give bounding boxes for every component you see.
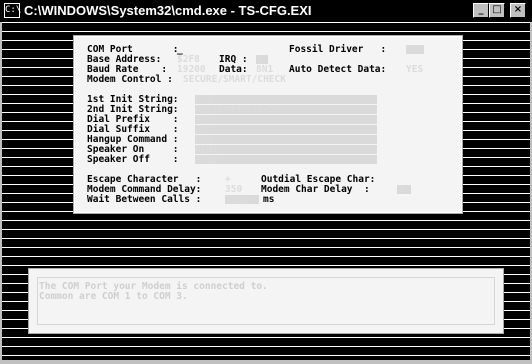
modem-char-delay-input[interactable]: 0 [399,185,405,195]
hangup-field-bg [195,135,377,144]
modem-char-delay-label: Modem Char Delay : [261,184,370,195]
speaker-off-input[interactable]: ATM0 [195,155,218,165]
close-button[interactable]: × [510,3,526,18]
modem-control-input[interactable]: SECURE/SMART/CHECK [183,75,286,85]
minimize-icon: _ [478,4,484,15]
auto-detect-label: Auto Detect Data: [289,64,387,75]
wait-calls-input[interactable]: 1000 [225,195,248,205]
modem-control-label: Modem Control : [87,74,173,85]
console-area[interactable]: COM Port : _ Fossil Driver : NO Base Add… [2,22,530,360]
init1-field-bg [195,95,377,104]
dial-prefix-field-bg [195,115,377,124]
dial-suffix-field-bg [195,125,377,134]
minimize-button[interactable]: _ [473,3,489,18]
maximize-button[interactable]: □ [489,3,505,18]
cmd-icon[interactable]: C:\ [4,3,21,18]
help-line-2: Common are COM 1 to COM 3. [39,291,188,302]
fossil-driver-label: Fossil Driver : [289,44,387,55]
close-icon: × [513,4,523,15]
maximize-icon: □ [492,4,502,15]
wait-calls-unit: ms [263,194,275,205]
speaker-on-field-bg [195,145,377,154]
fossil-driver-input[interactable]: NO [406,45,417,55]
title-bar: C:\ C:\WINDOWS\System32\cmd.exe - TS-CFG… [0,0,532,22]
auto-detect-input[interactable]: YES [406,65,423,75]
wait-calls-label: Wait Between Calls : [87,194,202,205]
window-title: C:\WINDOWS\System32\cmd.exe - TS-CFG.EXI [24,3,312,18]
config-panel: COM Port : _ Fossil Driver : NO Base Add… [74,36,462,213]
speaker-off-field-bg [195,155,377,164]
speaker-off-label: Speaker Off : [87,154,179,165]
help-box: The COM Port your Modem is connected to.… [28,268,504,334]
